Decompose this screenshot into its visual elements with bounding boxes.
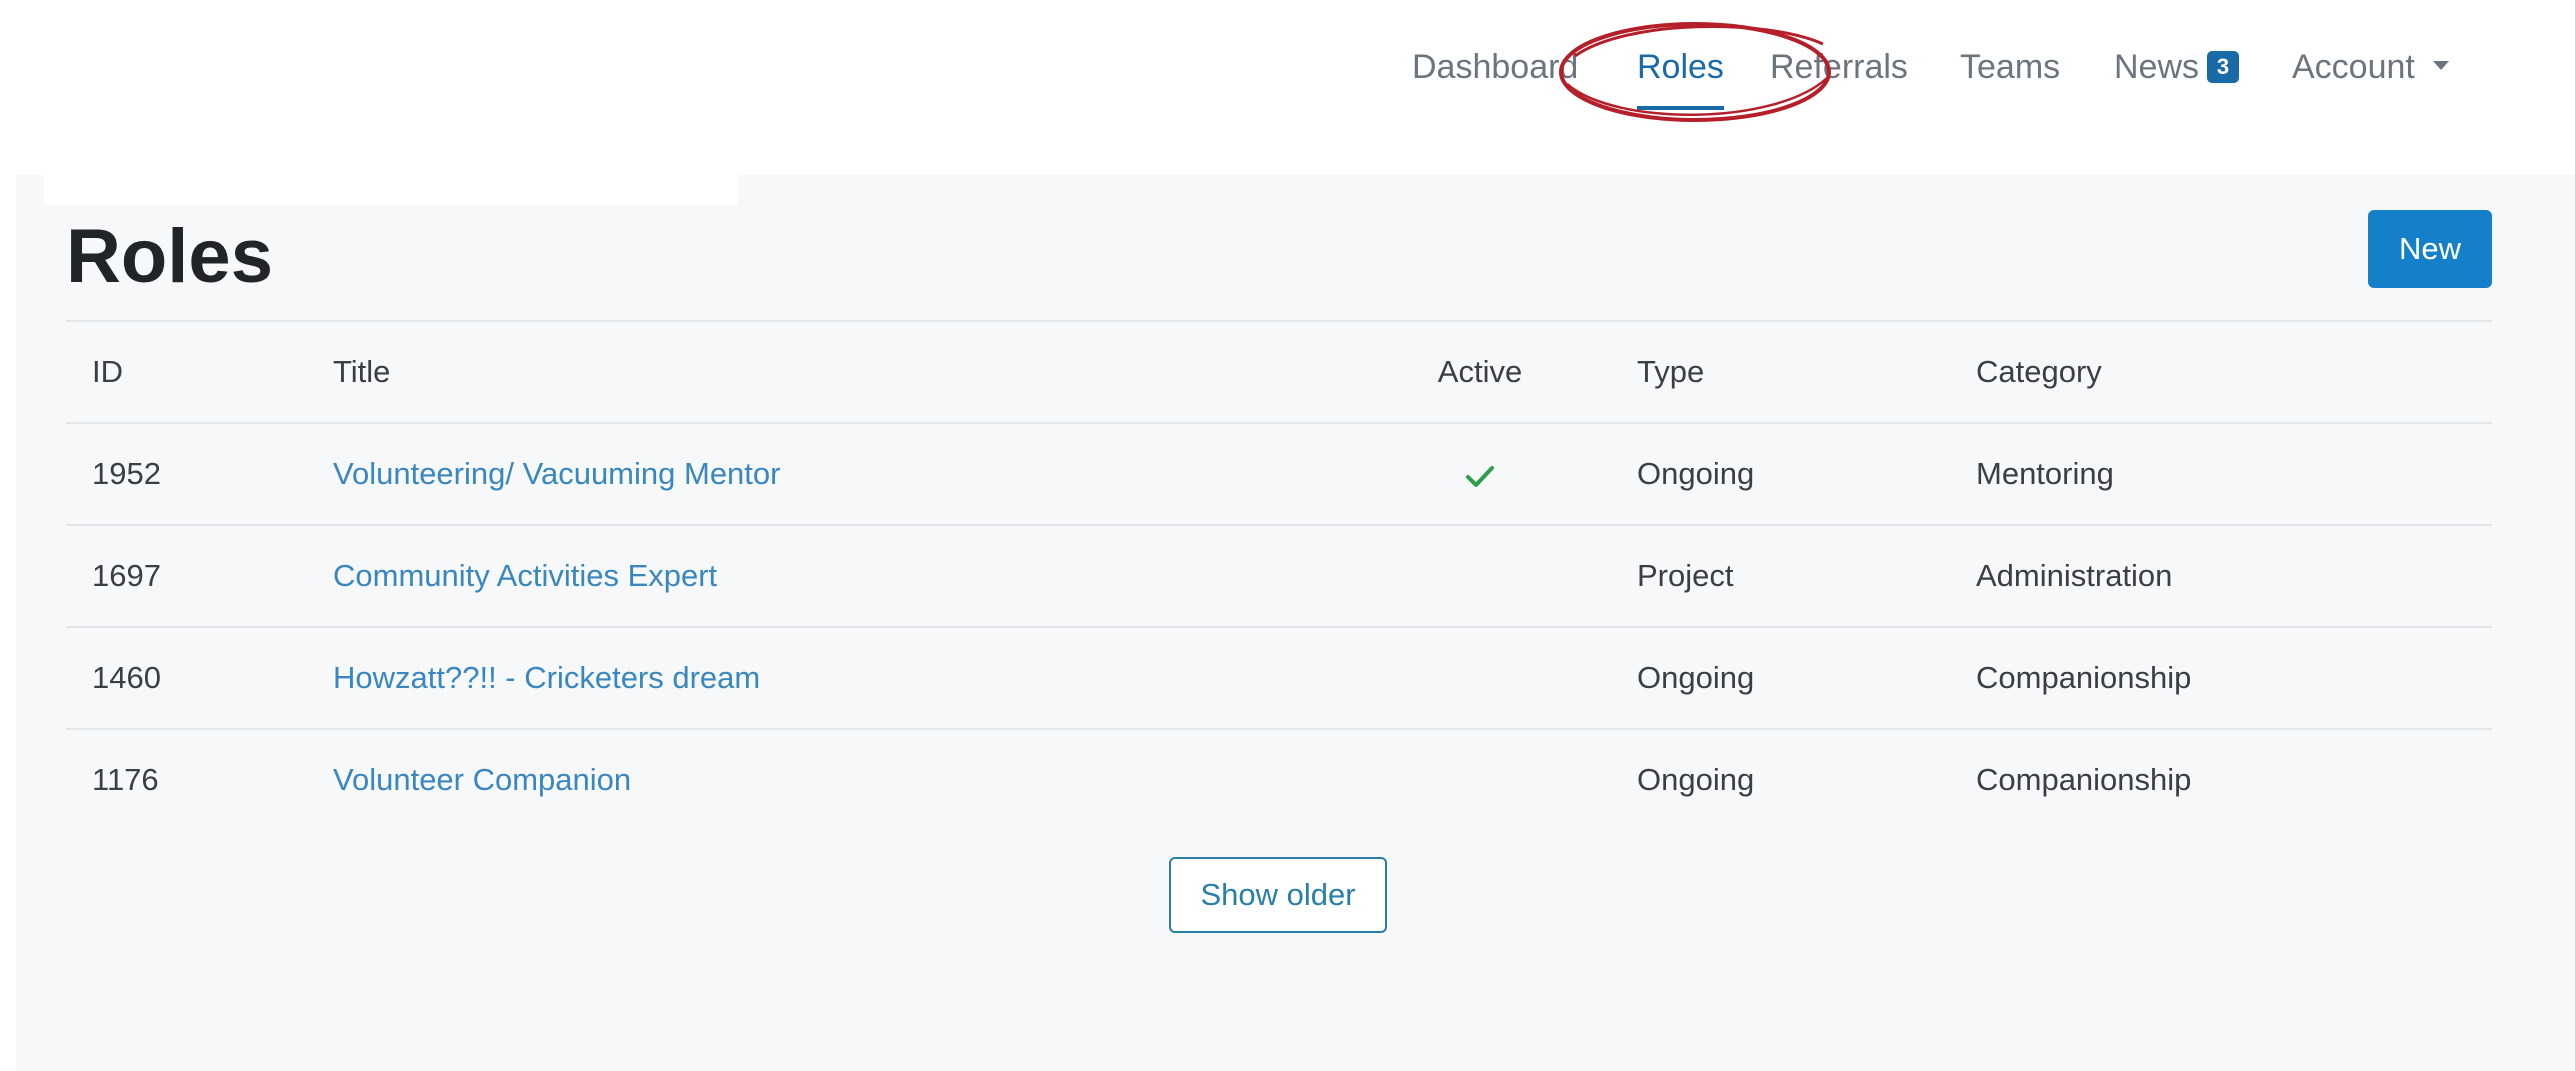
- nav-dashboard[interactable]: Dashboard: [1412, 42, 1578, 92]
- table-row: 1697 Community Activities Expert Project…: [66, 526, 2492, 628]
- column-header-active: Active: [1437, 354, 1523, 389]
- nav-roles[interactable]: Roles: [1637, 42, 1724, 110]
- panel-tab-strip: [44, 175, 738, 205]
- roles-table: ID Title Active Type Category 1952 Volun…: [66, 320, 2492, 830]
- role-title-link[interactable]: Volunteer Companion: [333, 730, 631, 830]
- nav-teams[interactable]: Teams: [1960, 42, 2060, 92]
- page-title: Roles: [66, 214, 273, 299]
- role-active-cell: [1424, 526, 1536, 626]
- column-header-title: Title: [333, 354, 391, 389]
- nav-news-label: News: [2114, 48, 2200, 86]
- new-role-button[interactable]: New: [2368, 210, 2492, 288]
- check-icon: [1466, 465, 1494, 487]
- role-active-cell: [1424, 628, 1536, 728]
- column-header-id: ID: [92, 354, 123, 389]
- table-row: 1952 Volunteering/ Vacuuming Mentor Ongo…: [66, 424, 2492, 526]
- role-category: Companionship: [1976, 660, 2192, 695]
- role-id: 1176: [92, 762, 159, 797]
- table-row: 1176 Volunteer Companion Ongoing Compani…: [66, 730, 2492, 830]
- role-type: Ongoing: [1637, 660, 1755, 695]
- role-active-cell: [1424, 730, 1536, 830]
- role-type: Project: [1637, 558, 1734, 593]
- role-type: Ongoing: [1637, 456, 1755, 491]
- table-row: 1460 Howzatt??!! - Cricketers dream Ongo…: [66, 628, 2492, 730]
- table-header-row: ID Title Active Type Category: [66, 322, 2492, 424]
- column-header-type: Type: [1637, 354, 1705, 389]
- column-header-category: Category: [1976, 354, 2102, 389]
- role-active-cell: [1424, 424, 1536, 524]
- role-category: Companionship: [1976, 762, 2192, 797]
- news-count-badge: 3: [2207, 51, 2240, 83]
- role-id: 1460: [92, 660, 161, 695]
- nav-account-label: Account: [2292, 48, 2415, 86]
- role-title-link[interactable]: Volunteering/ Vacuuming Mentor: [333, 424, 780, 524]
- top-navigation: Dashboard Roles Referrals Teams News 3 Ac…: [0, 0, 2575, 170]
- role-title-link[interactable]: Howzatt??!! - Cricketers dream: [333, 628, 760, 728]
- nav-referrals[interactable]: Referrals: [1770, 42, 1908, 92]
- role-id: 1952: [92, 456, 161, 491]
- caret-down-icon: [2432, 61, 2449, 70]
- role-category: Administration: [1976, 558, 2173, 593]
- role-category: Mentoring: [1976, 456, 2114, 491]
- role-type: Ongoing: [1637, 762, 1755, 797]
- show-older-button[interactable]: Show older: [1169, 857, 1387, 933]
- role-id: 1697: [92, 558, 161, 593]
- nav-news[interactable]: News 3: [2114, 42, 2240, 92]
- role-title-link[interactable]: Community Activities Expert: [333, 526, 717, 626]
- nav-account-dropdown[interactable]: Account: [2292, 42, 2449, 92]
